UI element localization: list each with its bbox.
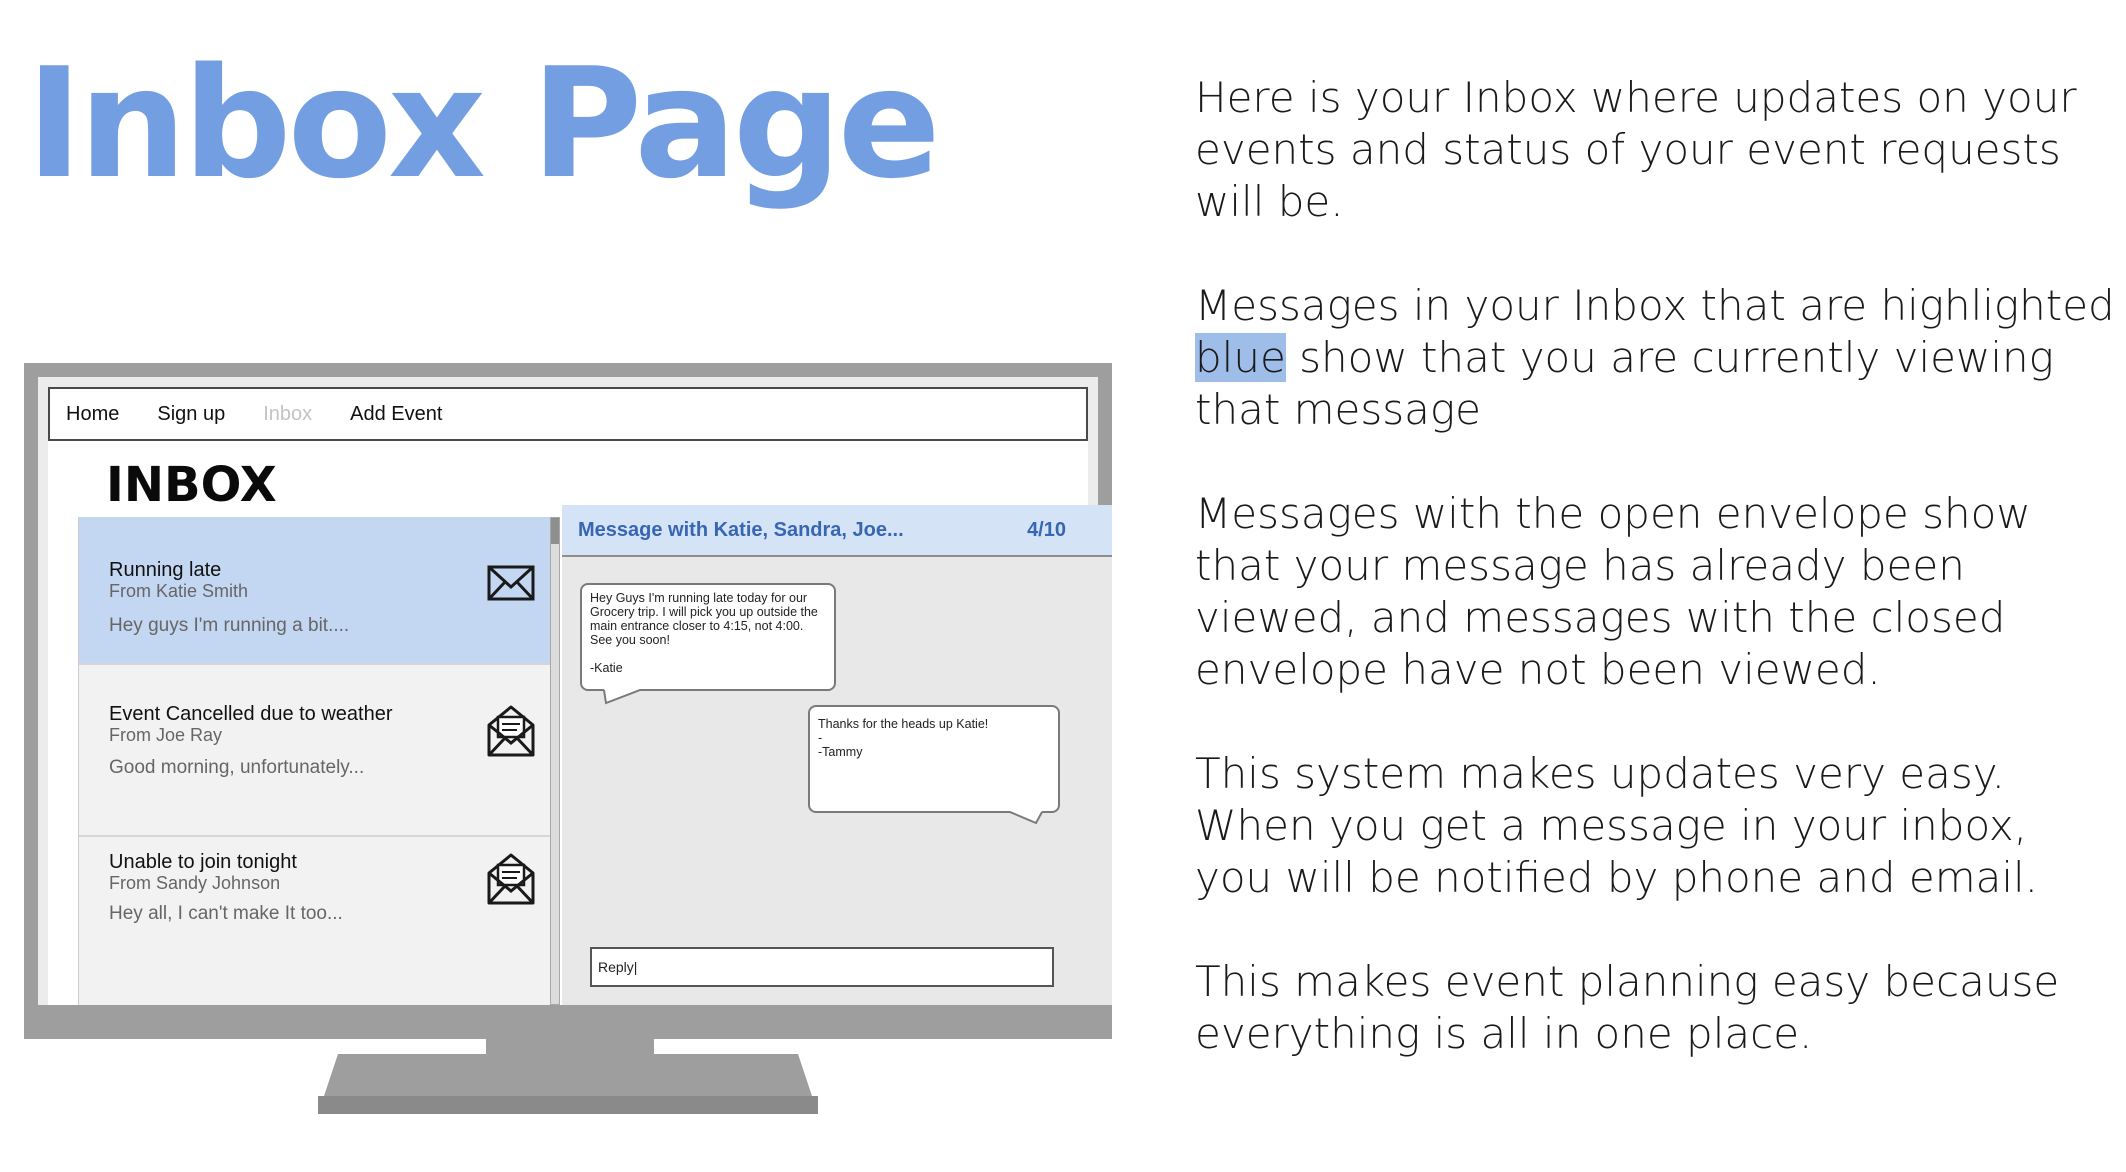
monitor: Home Sign up Inbox Add Event INBOX Runni… xyxy=(24,363,1112,1039)
conversation-header: Message with Katie, Sandra, Joe... 4/10 xyxy=(562,505,1112,557)
incoming-bubble-tail xyxy=(603,689,641,705)
outgoing-message-bubble: Thanks for the heads up Katie! - -Tammy xyxy=(808,705,1060,813)
nav-home[interactable]: Home xyxy=(66,403,119,426)
incoming-message-text: Hey Guys I'm running late today for our … xyxy=(590,591,818,675)
message-preview: Hey guys I'm running a bit.... xyxy=(109,615,350,636)
conversation-panel: Message with Katie, Sandra, Joe... 4/10 … xyxy=(562,505,1112,1005)
message-item-unable-to-join[interactable]: Unable to join tonight From Sandy Johnso… xyxy=(79,837,557,1005)
description-paragraph-2: Messages in your Inbox that are highligh… xyxy=(1195,280,2115,436)
open-envelope-icon xyxy=(487,853,535,909)
scrollbar-thumb[interactable] xyxy=(551,518,559,544)
incoming-message-bubble: Hey Guys I'm running late today for our … xyxy=(580,583,836,691)
message-subject: Event Cancelled due to weather xyxy=(109,703,393,725)
navbar: Home Sign up Inbox Add Event xyxy=(48,387,1088,441)
nav-inbox[interactable]: Inbox xyxy=(263,403,312,426)
message-preview: Good morning, unfortunately... xyxy=(109,757,365,778)
reply-input[interactable] xyxy=(590,947,1054,987)
description-paragraph-5: This makes event planning easy because e… xyxy=(1195,957,2060,1058)
monitor-base-shadow xyxy=(318,1096,818,1114)
message-subject: Running late xyxy=(109,559,222,581)
slide-title: Inbox Page xyxy=(26,35,941,212)
message-list: Running late From Katie Smith Hey guys I… xyxy=(78,517,559,1005)
message-item-running-late[interactable]: Running late From Katie Smith Hey guys I… xyxy=(79,517,557,665)
conversation-title: Message with Katie, Sandra, Joe... xyxy=(578,519,904,541)
conversation-count: 4/10 xyxy=(1027,519,1066,541)
highlighted-word: blue xyxy=(1195,333,1286,382)
p2-after: show that you are currently viewing that… xyxy=(1195,333,2054,434)
nav-add-event[interactable]: Add Event xyxy=(350,403,442,426)
monitor-neck xyxy=(486,1039,654,1075)
message-subject: Unable to join tonight xyxy=(109,851,297,873)
message-list-scrollbar[interactable] xyxy=(550,517,560,1005)
outgoing-message-text: Thanks for the heads up Katie! - -Tammy xyxy=(818,717,989,759)
message-sender: From Joe Ray xyxy=(109,725,223,745)
message-preview: Hey all, I can't make It too... xyxy=(109,903,343,924)
p2-before: Messages in your Inbox that are highligh… xyxy=(1195,281,2115,330)
open-envelope-icon xyxy=(487,705,535,761)
inbox-heading: INBOX xyxy=(106,457,277,513)
message-sender: From Katie Smith xyxy=(109,581,249,601)
description: Here is your Inbox where updates on your… xyxy=(1195,72,2115,1112)
description-paragraph-1: Here is your Inbox where updates on your… xyxy=(1195,73,2077,226)
closed-envelope-icon xyxy=(487,565,535,605)
description-paragraph-3: Messages with the open envelope show tha… xyxy=(1195,489,2031,694)
outgoing-bubble-tail xyxy=(1010,811,1043,825)
description-paragraph-4: This system makes updates very easy. Whe… xyxy=(1195,749,2039,902)
message-sender: From Sandy Johnson xyxy=(109,873,281,893)
monitor-screen: Home Sign up Inbox Add Event INBOX Runni… xyxy=(38,377,1112,1005)
message-item-event-cancelled[interactable]: Event Cancelled due to weather From Joe … xyxy=(79,665,557,837)
nav-signup[interactable]: Sign up xyxy=(157,403,225,426)
